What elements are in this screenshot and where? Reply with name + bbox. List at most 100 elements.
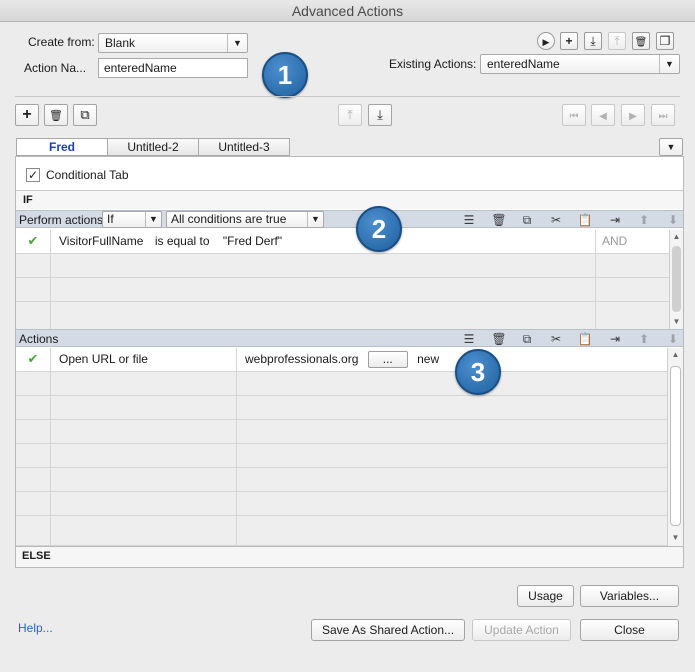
variables-button[interactable]: Variables... (580, 585, 679, 607)
insert-row-icon[interactable]: ⇥ (606, 332, 624, 346)
existing-actions-value: enteredName (487, 57, 560, 71)
action-name-input[interactable]: enteredName (98, 58, 248, 78)
trash-icon[interactable]: 🗑 (490, 213, 508, 227)
trash-icon[interactable]: 🗑 (490, 332, 508, 346)
scroll-thumb[interactable] (672, 246, 681, 312)
paste-icon[interactable]: 📋 (576, 332, 594, 346)
table-row[interactable] (16, 468, 667, 492)
chevron-down-icon: ▼ (666, 142, 676, 152)
empty-cell (51, 278, 596, 302)
empty-cell (51, 492, 237, 516)
tab-fred[interactable]: Fred (16, 138, 108, 156)
cut-icon[interactable]: ✂ (547, 213, 565, 227)
else-label: ELSE (22, 550, 51, 562)
move-up-icon[interactable]: ⬆ (635, 213, 653, 227)
insert-row-icon[interactable]: ⇥ (606, 213, 624, 227)
duplicate-tab-button[interactable]: ⧉ (73, 104, 97, 126)
checkmark-icon: ✓ (27, 168, 39, 182)
import-action-button[interactable]: ⤓ (584, 32, 602, 50)
action-target: webprofessionals.org (245, 352, 359, 366)
table-row[interactable] (16, 444, 667, 468)
actions-scrollbar[interactable]: ▲ ▼ (667, 348, 683, 546)
action-params-cell: webprofessionals.org ... new (237, 348, 667, 372)
paste-icon[interactable]: 📋 (576, 213, 594, 227)
callout-badge-1: 1 (262, 52, 308, 98)
usage-button[interactable]: Usage (517, 585, 574, 607)
empty-cell (51, 302, 596, 330)
conditional-tab-label: Conditional Tab (46, 168, 129, 182)
delete-tab-button[interactable]: 🗑 (44, 104, 68, 126)
action-name-cell: Open URL or file (51, 348, 237, 372)
previous-tab-button[interactable]: ◀ (591, 104, 615, 126)
first-tab-button[interactable]: ⏮ (562, 104, 586, 126)
browse-button[interactable]: ... (367, 351, 408, 369)
table-row[interactable] (16, 516, 667, 546)
create-from-value: Blank (105, 36, 136, 50)
move-down-icon[interactable]: ⬇ (664, 213, 682, 227)
create-from-select[interactable]: Blank ▼ (98, 33, 248, 53)
delete-action-button[interactable]: 🗑 (632, 32, 650, 50)
export-action-button[interactable]: ⤒ (608, 32, 626, 50)
add-row-icon[interactable]: ☰ (460, 332, 478, 346)
callout-badge-3: 3 (455, 349, 501, 395)
scroll-thumb[interactable] (670, 366, 681, 526)
perform-type-value: If (107, 212, 114, 226)
table-row[interactable] (16, 420, 667, 444)
table-row[interactable] (16, 372, 667, 396)
table-row[interactable] (16, 302, 669, 330)
move-left-button[interactable]: ⤒ (338, 104, 362, 126)
last-tab-button[interactable]: ⏭ (651, 104, 675, 126)
actions-header: Actions ☰ 🗑 ⧉ ✂ 📋 ⇥ ⬆ ⬇ (16, 329, 683, 347)
add-row-icon[interactable]: ☰ (460, 213, 478, 227)
copy-icon: ⧉ (80, 107, 90, 122)
conditions-mode-select[interactable]: All conditions are true ▼ (166, 211, 324, 228)
next-tab-button[interactable]: ▶ (621, 104, 645, 126)
perform-actions-header: Perform actions: If ▼ All conditions are… (16, 210, 683, 228)
perform-type-select[interactable]: If ▼ (102, 211, 162, 228)
move-right-button[interactable]: ⤓ (368, 104, 392, 126)
duplicate-action-button[interactable]: ❐ (656, 32, 674, 50)
empty-cell (51, 516, 237, 546)
chevron-down-icon[interactable]: ▼ (668, 531, 683, 545)
empty-cell (16, 444, 51, 468)
move-down-icon[interactable]: ⬇ (664, 332, 682, 346)
conditions-mode-value: All conditions are true (171, 212, 287, 226)
trash-icon: 🗑 (634, 37, 648, 48)
add-action-button[interactable]: + (560, 32, 578, 50)
actions-label: Actions (19, 332, 59, 346)
existing-actions-select[interactable]: enteredName ▼ (480, 54, 680, 74)
table-row[interactable] (16, 278, 669, 302)
table-row[interactable]: ✔ Open URL or file webprofessionals.org … (16, 348, 667, 372)
empty-cell (16, 278, 51, 302)
preview-play-button[interactable]: ▶ (537, 32, 555, 50)
save-shared-action-button[interactable]: Save As Shared Action... (311, 619, 465, 641)
close-button[interactable]: Close (580, 619, 679, 641)
conditional-tab-checkbox[interactable]: ✓ (26, 168, 40, 182)
table-row[interactable] (16, 492, 667, 516)
action-window: new (417, 352, 440, 366)
chevron-down-icon[interactable]: ▼ (670, 315, 683, 329)
conditions-grid: ✔ VisitorFullName is equal to "Fred Derf… (16, 230, 669, 330)
add-tab-button[interactable]: + (15, 104, 39, 126)
empty-cell (51, 420, 237, 444)
chevron-up-icon[interactable]: ▲ (670, 230, 683, 244)
move-up-icon[interactable]: ⬆ (635, 332, 653, 346)
copy-icon[interactable]: ⧉ (518, 332, 536, 346)
table-row[interactable]: ✔ VisitorFullName is equal to "Fred Derf… (16, 230, 669, 254)
table-row[interactable] (16, 254, 669, 278)
copy-icon[interactable]: ⧉ (518, 213, 536, 227)
chevron-up-icon[interactable]: ▲ (668, 348, 683, 362)
table-row[interactable] (16, 396, 667, 420)
help-link[interactable]: Help... (18, 621, 53, 635)
conditions-scrollbar[interactable]: ▲ ▼ (669, 230, 683, 330)
tab-untitled-3[interactable]: Untitled-3 (198, 138, 290, 156)
tab-untitled-2[interactable]: Untitled-2 (107, 138, 199, 156)
empty-cell (51, 444, 237, 468)
else-bar[interactable]: ELSE (16, 546, 683, 567)
create-from-label: Create from: (28, 35, 95, 49)
cut-icon[interactable]: ✂ (547, 332, 565, 346)
tabs-overflow-button[interactable]: ▼ (659, 138, 683, 156)
plus-icon: + (22, 106, 32, 123)
perform-actions-label: Perform actions: (19, 213, 107, 227)
update-action-button[interactable]: Update Action (472, 619, 571, 641)
